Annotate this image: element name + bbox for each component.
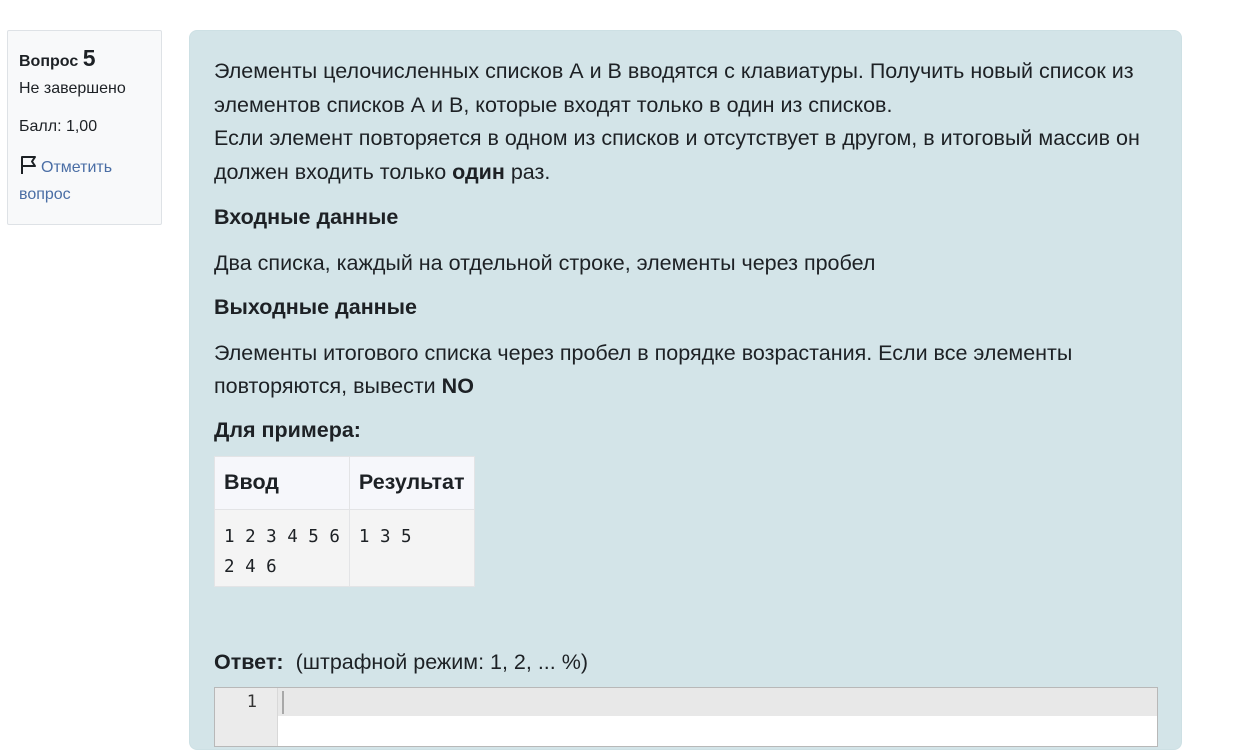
table-header-result: Результат <box>348 455 475 510</box>
example-heading: Для примера: <box>214 417 361 442</box>
answer-label: Ответ: <box>214 650 284 674</box>
question-label: Вопрос <box>19 53 79 70</box>
table-row: 1 2 3 4 5 6 2 4 6 1 3 5 <box>214 508 475 587</box>
question-number-value: 5 <box>82 45 96 71</box>
flag-label: Отметить <box>41 159 113 176</box>
examples-table: Ввод Результат 1 2 3 4 5 6 2 4 6 1 3 5 <box>214 455 475 587</box>
table-cell-input: 1 2 3 4 5 6 2 4 6 <box>214 508 350 587</box>
output-text-bold: NO <box>441 374 474 398</box>
table-cell-result: 1 3 5 <box>348 508 475 587</box>
output-heading: Выходные данные <box>214 294 417 319</box>
code-editor[interactable]: 1 <box>214 687 1158 747</box>
question-info-panel: Вопрос 5 Не завершено Балл: 1,00 Отметит… <box>7 30 162 225</box>
answer-label-line: Ответ: (штрафной режим: 1, 2, ... %) <box>214 648 588 676</box>
active-line-highlight <box>215 688 1157 716</box>
input-text: Два списка, каждый на отдельной строке, … <box>214 251 876 275</box>
output-text: Элементы итогового списка через пробел в… <box>214 337 1157 404</box>
penalty-regime: (штрафной режим: 1, 2, ... %) <box>295 650 589 674</box>
input-heading: Входные данные <box>214 205 399 229</box>
table-header-row: Ввод Результат <box>214 455 475 510</box>
question-text-2-end: раз. <box>504 159 551 184</box>
flag-label-2: вопрос <box>19 186 71 203</box>
question-number: Вопрос 5 <box>19 41 150 79</box>
question-text-1: Элементы целочисленных списков А и В вво… <box>214 59 1134 117</box>
table-header-input: Ввод <box>214 455 350 510</box>
question-text-2-bold: один <box>452 159 505 184</box>
flag-icon <box>21 156 36 174</box>
text-cursor <box>282 691 284 714</box>
output-text-start: Элементы итогового списка через пробел в… <box>214 340 1073 399</box>
question-text-2: Если элемент повторяется в одном из спис… <box>214 122 1157 189</box>
line-number-gutter: 1 <box>215 688 278 746</box>
question-text-2-start: Если элемент повторяется в одном из спис… <box>214 126 1140 184</box>
question-content: Элементы целочисленных списков А и В вво… <box>189 30 1182 750</box>
line-number: 1 <box>246 692 257 712</box>
question-state: Не завершено <box>19 80 126 97</box>
question-grade: Балл: 1,00 <box>19 118 98 135</box>
flag-question-link[interactable]: Отметить вопрос <box>19 154 150 208</box>
